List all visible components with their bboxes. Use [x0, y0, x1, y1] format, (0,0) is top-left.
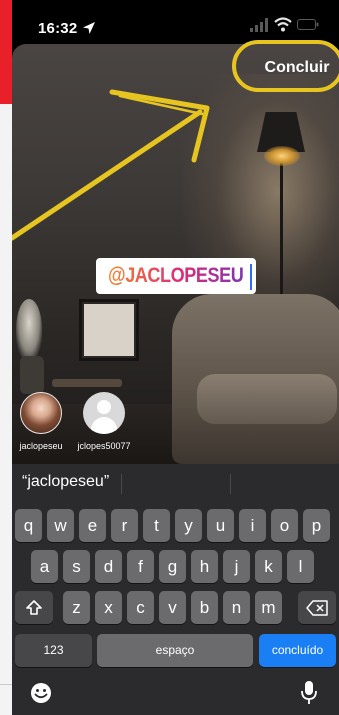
- key-i[interactable]: i: [239, 509, 266, 542]
- avatar: [20, 392, 62, 434]
- suggestion-username: jaclopeseu: [19, 441, 63, 451]
- space-key[interactable]: espaço: [97, 634, 253, 667]
- key-d[interactable]: d: [95, 550, 122, 583]
- key-t[interactable]: t: [143, 509, 170, 542]
- key-r[interactable]: r: [111, 509, 138, 542]
- signal-icon: [250, 18, 268, 32]
- key-h[interactable]: h: [191, 550, 218, 583]
- key-s[interactable]: s: [63, 550, 90, 583]
- page-divider: [0, 684, 12, 685]
- key-q[interactable]: q: [15, 509, 42, 542]
- backspace-key[interactable]: [298, 591, 336, 624]
- prediction-suggestion[interactable]: “jaclopeseu”: [22, 473, 109, 491]
- mention-sticker-text: @JACLOPESEU: [108, 264, 244, 287]
- key-w[interactable]: w: [47, 509, 74, 542]
- prediction-bar: “jaclopeseu”: [12, 464, 339, 502]
- key-u[interactable]: u: [207, 509, 234, 542]
- key-y[interactable]: y: [175, 509, 202, 542]
- story-editor-sheet: 16:32 Concluir @JACLOPESEU jaclopeseu jc…: [12, 0, 339, 715]
- key-v[interactable]: v: [159, 591, 186, 624]
- backspace-icon: [306, 600, 328, 616]
- key-k[interactable]: k: [255, 550, 282, 583]
- suggestion-username: jclopes50077: [77, 441, 131, 451]
- key-l[interactable]: l: [287, 550, 314, 583]
- return-key[interactable]: concluído: [259, 634, 336, 667]
- location-arrow-icon: [83, 22, 95, 34]
- avatar: [83, 392, 125, 434]
- microphone-icon[interactable]: [300, 680, 318, 706]
- shift-key[interactable]: [15, 591, 53, 624]
- text-caret: [250, 264, 252, 290]
- battery-icon: [297, 19, 319, 30]
- page-accent-bar: [0, 0, 12, 104]
- status-time: 16:32: [38, 20, 78, 37]
- keyboard: “jaclopeseu” q w e r t y u i o p a s d f…: [12, 464, 339, 715]
- key-f[interactable]: f: [127, 550, 154, 583]
- mention-sticker[interactable]: @JACLOPESEU: [96, 258, 256, 294]
- mention-suggestion[interactable]: jclopes50077: [69, 392, 139, 451]
- key-p[interactable]: p: [303, 509, 330, 542]
- numbers-key[interactable]: 123: [15, 634, 92, 667]
- key-o[interactable]: o: [271, 509, 298, 542]
- mention-suggestion[interactable]: jaclopeseu: [12, 392, 76, 451]
- keyboard-bottom-bar: [12, 674, 339, 715]
- emoji-icon[interactable]: [30, 682, 52, 704]
- arrow-annotation: [12, 89, 210, 241]
- key-a[interactable]: a: [31, 550, 58, 583]
- key-e[interactable]: e: [79, 509, 106, 542]
- key-z[interactable]: z: [63, 591, 90, 624]
- key-x[interactable]: x: [95, 591, 122, 624]
- status-bar: 16:32: [12, 0, 339, 44]
- left-page-strip: [0, 0, 12, 715]
- key-m[interactable]: m: [255, 591, 282, 624]
- wifi-icon: [274, 17, 292, 32]
- key-c[interactable]: c: [127, 591, 154, 624]
- shift-icon: [26, 600, 42, 615]
- key-g[interactable]: g: [159, 550, 186, 583]
- key-b[interactable]: b: [191, 591, 218, 624]
- key-j[interactable]: j: [223, 550, 250, 583]
- key-n[interactable]: n: [223, 591, 250, 624]
- default-avatar-icon: [97, 400, 111, 414]
